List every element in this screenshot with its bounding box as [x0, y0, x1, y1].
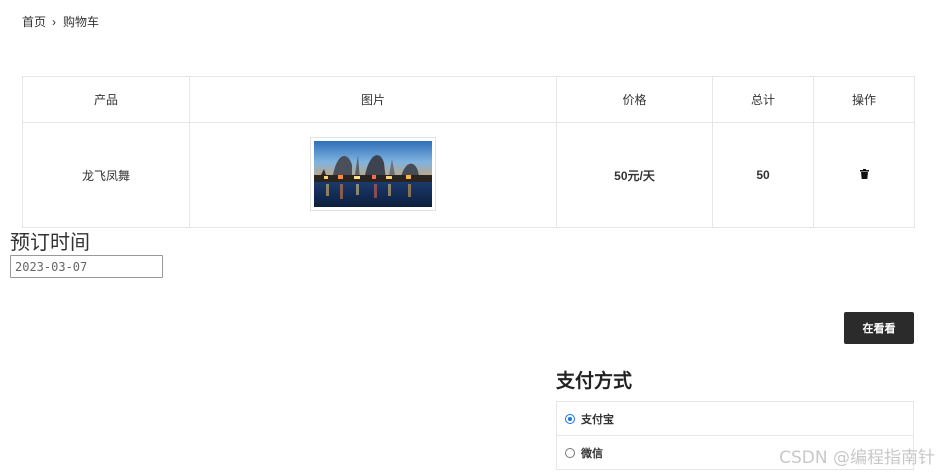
- price-cell: 50元/天: [556, 122, 713, 228]
- theme-park-photo: [314, 140, 432, 207]
- watermark: CSDN @编程指南针: [779, 448, 935, 468]
- header-product: 产品: [22, 76, 190, 123]
- chevron-right-icon: ›: [52, 14, 57, 29]
- reservation-date-input[interactable]: [10, 255, 163, 278]
- header-action: 操作: [813, 76, 915, 123]
- radio-unselected-icon[interactable]: [565, 447, 575, 458]
- table-header-row: 产品 图片 价格 总计 操作: [22, 76, 915, 123]
- trash-icon[interactable]: [859, 168, 869, 182]
- table-row: 龙飞凤舞 50元/天 50: [22, 122, 915, 228]
- payment-title: 支付方式: [556, 370, 633, 392]
- product-thumbnail[interactable]: [310, 136, 436, 211]
- header-image: 图片: [189, 76, 557, 123]
- payment-option-label: 微信: [581, 447, 603, 460]
- breadcrumb-current: 购物车: [63, 15, 100, 29]
- header-price: 价格: [556, 76, 713, 123]
- see-again-button[interactable]: 在看看: [844, 312, 914, 344]
- reservation-label: 预订时间: [10, 230, 90, 254]
- breadcrumb-home-link[interactable]: 首页: [22, 13, 46, 30]
- cart-table: 产品 图片 价格 总计 操作 龙飞凤舞 50元/天 50: [22, 76, 915, 228]
- payment-option-alipay[interactable]: 支付宝: [557, 402, 913, 436]
- total-cell: 50: [712, 122, 814, 228]
- product-name-cell: 龙飞凤舞: [22, 122, 190, 228]
- action-cell: [813, 122, 915, 228]
- payment-option-label: 支付宝: [581, 413, 614, 426]
- breadcrumb: 首页 › 购物车: [22, 13, 99, 30]
- product-image-cell: [189, 122, 557, 228]
- header-total: 总计: [712, 76, 814, 123]
- radio-selected-icon[interactable]: [565, 413, 575, 424]
